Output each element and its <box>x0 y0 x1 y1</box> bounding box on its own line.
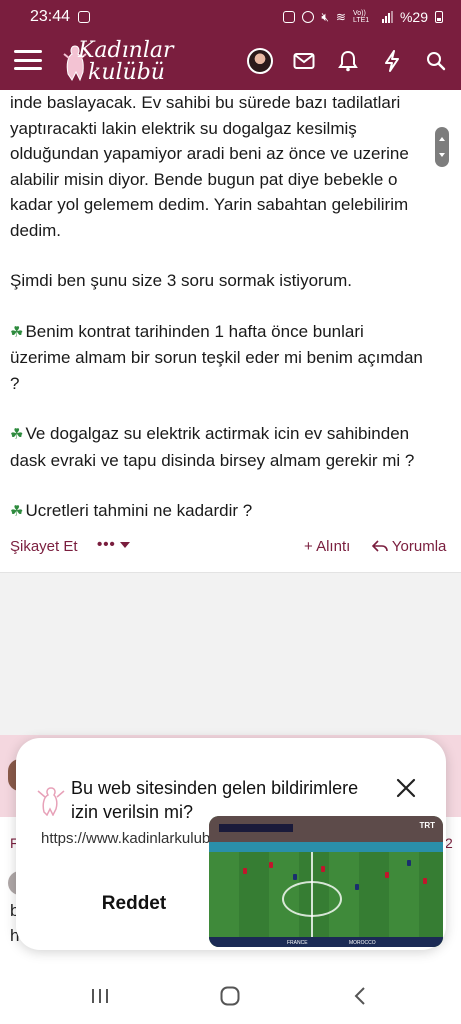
post-actions: Şikayet Et ••• + Alıntı Yorumla <box>0 534 461 560</box>
clover-icon: ☘ <box>10 503 24 520</box>
post-line: inde baslayacak. Ev sahibi bu sürede baz… <box>10 93 401 112</box>
instagram-icon <box>78 11 91 23</box>
ad-board <box>209 842 443 852</box>
header-actions <box>245 46 451 76</box>
mute-icon: 🔇︎ <box>321 9 329 24</box>
site-logo[interactable]: Kadınlar kulübü <box>62 38 182 86</box>
team-left: FRANCE <box>287 940 308 946</box>
mail-icon[interactable] <box>289 46 319 76</box>
signal-icon <box>381 11 393 23</box>
status-bar: 23:44 🔇︎ ≋ Vo)) LTE1 %29 <box>0 0 461 34</box>
app-header: Kadınlar kulübü <box>0 34 461 90</box>
status-right: 🔇︎ ≋ Vo)) LTE1 %29 <box>283 9 443 25</box>
reply-button[interactable]: Yorumla <box>371 538 446 555</box>
player <box>385 872 389 878</box>
status-time: 23:44 <box>30 8 71 25</box>
post-line: dedim. <box>10 220 62 240</box>
site-logo-icon <box>37 787 65 816</box>
status-left: 23:44 <box>30 8 91 26</box>
post-intro: Şimdi ben şunu size 3 soru sormak istiyo… <box>10 271 353 290</box>
post-line: kadar yol gelemem dedim. Yarin sabahtan … <box>10 195 409 214</box>
logo-line-2: kulübü <box>88 60 165 85</box>
reply-icon <box>371 540 388 552</box>
player <box>423 878 427 884</box>
player <box>269 862 273 868</box>
avatar <box>247 48 273 74</box>
quote-button[interactable]: + Alıntı <box>304 538 350 555</box>
recent-apps-icon[interactable] <box>87 984 113 1008</box>
player <box>321 866 325 872</box>
center-circle <box>282 881 342 917</box>
app-root: 23:44 🔇︎ ≋ Vo)) LTE1 %29 Kadınlar kulübü <box>0 0 461 1024</box>
clover-icon: ☘ <box>10 426 24 443</box>
question-2: ☘ Ve dogalgaz su elektrik actirmak icin e… <box>10 424 410 443</box>
back-icon[interactable] <box>347 984 373 1008</box>
vpn-icon <box>283 11 296 23</box>
ad-space <box>0 573 461 735</box>
player <box>355 884 359 890</box>
bell-icon[interactable] <box>333 46 363 76</box>
home-icon[interactable] <box>217 984 243 1008</box>
battery-percent: %29 <box>399 9 428 25</box>
post-line: yaptıracakti lakin elektrik su dogalgaz … <box>10 118 357 138</box>
player <box>293 874 297 880</box>
post-line: alabilir misin diyor. Bende bugun pat di… <box>10 169 398 189</box>
lightning-icon[interactable] <box>377 46 407 76</box>
pip-video-player[interactable]: TRT FRANCE MOROCCO <box>209 816 443 947</box>
wifi-icon: ≋ <box>335 10 346 24</box>
user-avatar-button[interactable] <box>245 46 275 76</box>
question-2-line-2: dask evraki ve tapu disinda birsey almam… <box>10 450 415 470</box>
question-3: ☘ Ucretleri tahmini ne kadardir ? <box>10 501 253 520</box>
score-bar: FRANCE MOROCCO <box>209 937 443 947</box>
more-options-button[interactable]: ••• <box>97 536 130 553</box>
alarm-icon <box>302 11 315 23</box>
search-icon[interactable] <box>421 46 451 76</box>
close-icon[interactable] <box>394 776 418 800</box>
clover-icon: ☘ <box>10 323 24 341</box>
post-content: inde baslayacak. Ev sahibi bu sürede baz… <box>0 90 461 574</box>
score-bug <box>219 824 293 832</box>
post-body: inde baslayacak. Ev sahibi bu sürede baz… <box>0 90 461 525</box>
system-nav-bar <box>0 967 461 1024</box>
site-url: https://www.kadinlarkulubu.com <box>41 830 211 847</box>
battery-icon <box>435 11 443 23</box>
deny-button[interactable]: Reddet <box>66 888 202 920</box>
broadcaster-logo: TRT <box>419 821 435 830</box>
player <box>243 868 247 874</box>
question-1-line-3: ? <box>10 373 20 393</box>
post-line: olduğundan yapamiyor aradi beni az önce … <box>10 144 409 163</box>
team-right: MOROCCO <box>349 940 376 946</box>
logo-text: Kadınlar kulübü <box>78 40 174 84</box>
report-link[interactable]: Şikayet Et <box>10 538 78 555</box>
question-1-line-2: üzerime almam bir sorun teşkil eder mi b… <box>10 348 423 367</box>
chevron-down-icon <box>119 542 130 549</box>
scrollbar-thumb[interactable] <box>435 127 449 167</box>
player <box>407 860 411 866</box>
question-1: ☘ Benim kontrat tarihinden 1 hafta önce b… <box>10 321 364 341</box>
network-type: Vo)) LTE1 <box>352 10 370 24</box>
next-post-fragment: 2 <box>445 835 453 851</box>
menu-icon[interactable] <box>14 48 42 72</box>
